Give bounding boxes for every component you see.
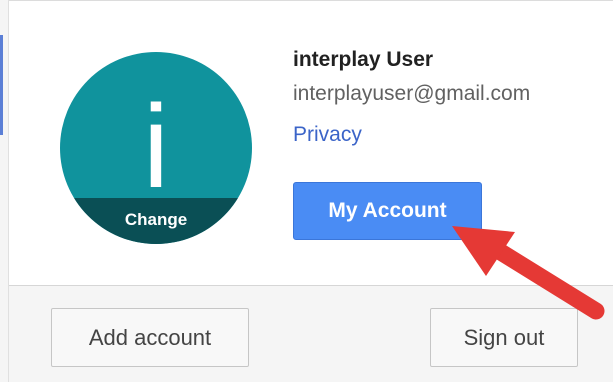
privacy-link[interactable]: Privacy — [293, 123, 362, 147]
sign-out-button[interactable]: Sign out — [430, 308, 578, 367]
background-window-edge — [0, 0, 9, 382]
avatar[interactable]: i Change — [60, 52, 252, 244]
my-account-button[interactable]: My Account — [293, 182, 482, 240]
add-account-button[interactable]: Add account — [51, 308, 249, 367]
user-name: interplay User — [293, 48, 434, 71]
user-email: interplayuser@gmail.com — [293, 82, 531, 105]
account-popup-screenshot: i Change interplay User interplayuser@gm… — [0, 0, 613, 382]
avatar-letter: i — [142, 81, 170, 213]
account-footer: Add account Sign out — [9, 285, 613, 382]
background-accent-bar — [0, 35, 3, 135]
change-photo-label[interactable]: Change — [60, 198, 252, 244]
